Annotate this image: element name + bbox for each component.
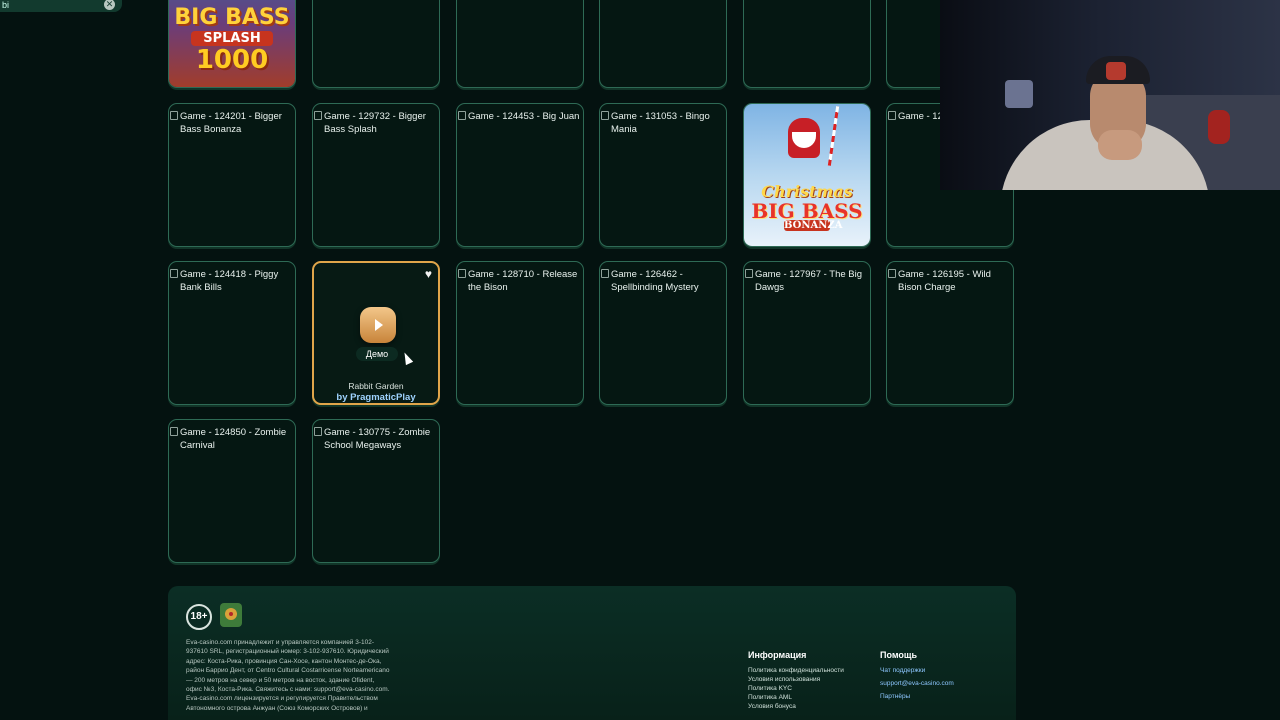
game-alt-text: Game - 124201 - Bigger Bass Bonanza <box>169 110 293 136</box>
game-alt-text: Game - 128710 - Release the Bison <box>457 268 581 294</box>
footer-link-aml[interactable]: Политика AML <box>748 693 844 702</box>
game-card[interactable]: Game - 127967 - The Big Dawgs <box>743 261 871 405</box>
game-card-rabbit-garden[interactable]: ♥ Демо Rabbit Garden by PragmaticPlay <box>312 261 440 405</box>
footer-info-heading: Информация <box>748 650 807 660</box>
game-card[interactable]: Game - 130775 - Zombie School Megaways <box>312 419 440 563</box>
game-alt-text: Game - 130775 - Zombie School Megaways <box>313 426 437 452</box>
game-card-christmas-big-bass-bonanza[interactable]: Christmas BIG BASS BONANZA <box>743 103 871 247</box>
webcam-background-shape <box>1005 80 1033 108</box>
game-card[interactable]: Game - 131053 - Bingo Mania <box>599 103 727 247</box>
cap-logo-icon <box>1106 62 1126 80</box>
mouse-cursor-icon <box>400 350 414 366</box>
footer-help-column: Помощь Чат поддержки support@eva-casino.… <box>880 650 954 705</box>
footer-link-kyc[interactable]: Политика KYC <box>748 684 844 693</box>
art-text: BONANZA <box>784 220 843 231</box>
webcam-background-shape <box>1208 110 1230 144</box>
license-seal-icon[interactable] <box>220 603 242 627</box>
game-title: Rabbit Garden <box>348 381 404 391</box>
game-provider: by PragmaticPlay <box>336 392 416 403</box>
game-card[interactable]: Game - 128710 - Release the Bison <box>456 261 584 405</box>
game-card[interactable]: Game - 124201 - Bigger Bass Bonanza <box>168 103 296 247</box>
game-card[interactable]: Game - 124850 - Zombie Carnival <box>168 419 296 563</box>
footer-info-column: Информация Политика конфиденциальности У… <box>748 650 844 711</box>
game-card[interactable] <box>599 0 727 88</box>
game-card[interactable] <box>743 0 871 88</box>
play-icon <box>375 319 383 331</box>
game-alt-text: Game - 126195 - Wild Bison Charge <box>887 268 1011 294</box>
webcam-overlay <box>940 0 1280 190</box>
game-card[interactable]: Game - 124418 - Piggy Bank Bills <box>168 261 296 405</box>
footer-link-support-email[interactable]: support@eva-casino.com <box>880 679 954 688</box>
favorite-heart-icon[interactable]: ♥ <box>425 267 432 281</box>
footer-link-bonus-terms[interactable]: Условия бонуса <box>748 702 844 711</box>
game-alt-text: Game - 124850 - Zombie Carnival <box>169 426 293 452</box>
fishing-rod-shape <box>827 106 840 166</box>
streamer-hand-shape <box>1098 130 1142 160</box>
game-card[interactable] <box>456 0 584 88</box>
footer-link-support-chat[interactable]: Чат поддержки <box>880 666 954 675</box>
game-card[interactable]: Game - 129732 - Bigger Bass Splash <box>312 103 440 247</box>
legal-text: Eva-casino.com принадлежит и управляется… <box>186 639 390 712</box>
game-card[interactable]: Game - 126462 - Spellbinding Mystery <box>599 261 727 405</box>
game-alt-text: Game - 126462 - Spellbinding Mystery <box>600 268 724 294</box>
game-alt-text: Game - 131053 - Bingo Mania <box>600 110 724 136</box>
art-text: 1000 <box>195 45 269 75</box>
game-alt-text: Game - 124453 - Big Juan <box>457 110 581 123</box>
art-text: SPLASH <box>191 31 273 46</box>
license-seal-core <box>229 612 233 616</box>
game-thumbnail: Christmas BIG BASS BONANZA <box>744 104 870 246</box>
game-card[interactable] <box>312 0 440 88</box>
play-button[interactable] <box>360 307 396 343</box>
footer-help-heading: Помощь <box>880 650 918 660</box>
game-card[interactable]: Game - 126195 - Wild Bison Charge <box>886 261 1014 405</box>
game-thumbnail: BIG BASS SPLASH 1000 <box>169 0 295 87</box>
footer-link-partners[interactable]: Партнёры <box>880 692 954 701</box>
demo-button[interactable]: Демо <box>356 347 398 361</box>
art-text: BIG BASS <box>174 5 290 30</box>
site-footer: 18+ Eva-casino.com принадлежит и управля… <box>168 586 1016 720</box>
game-alt-text: Game - 124418 - Piggy Bank Bills <box>169 268 293 294</box>
footer-link-terms[interactable]: Условия использования <box>748 675 844 684</box>
game-card[interactable]: Game - 124453 - Big Juan <box>456 103 584 247</box>
footer-link-privacy[interactable]: Политика конфиденциальности <box>748 666 844 675</box>
age-restriction-badge: 18+ <box>186 604 212 630</box>
game-card-big-bass-splash-1000[interactable]: BIG BASS SPLASH 1000 <box>168 0 296 88</box>
game-alt-text: Game - 127967 - The Big Dawgs <box>744 268 868 294</box>
game-alt-text: Game - 129732 - Bigger Bass Splash <box>313 110 437 136</box>
